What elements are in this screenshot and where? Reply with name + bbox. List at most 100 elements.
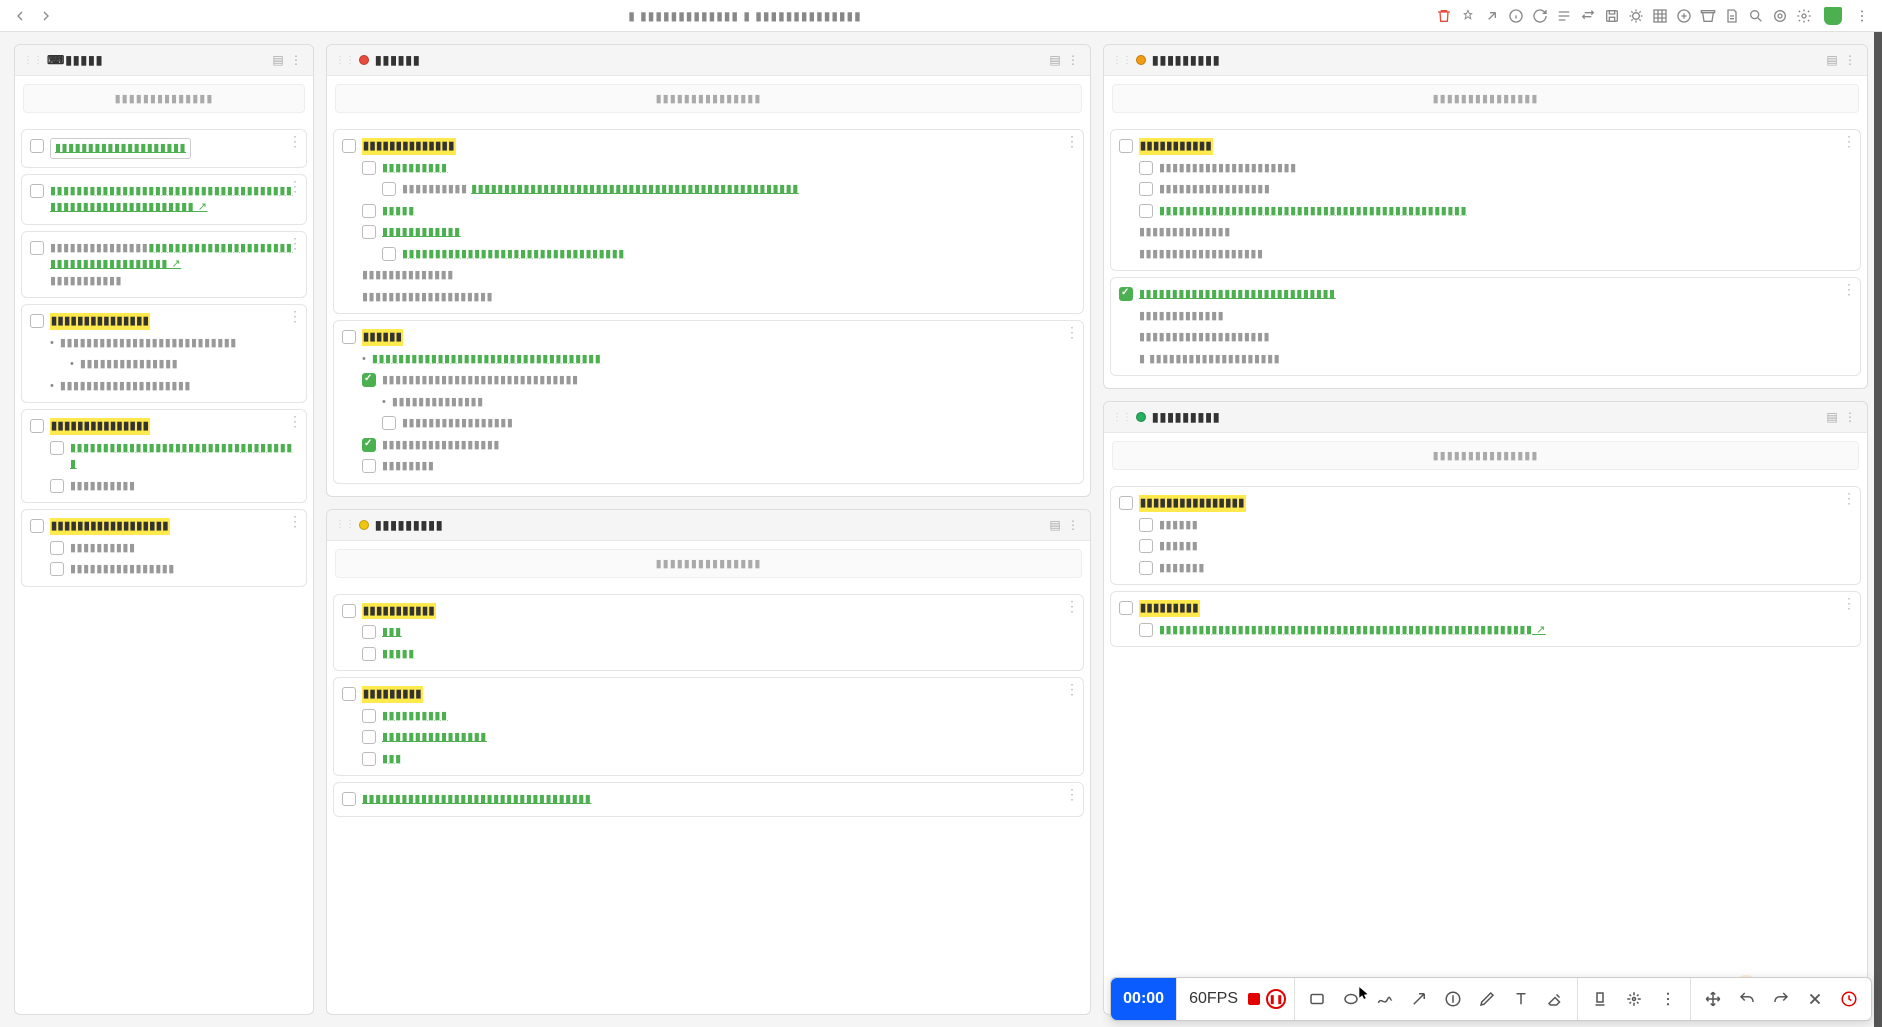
checkbox[interactable] [1139, 623, 1153, 637]
trash-icon[interactable] [1432, 4, 1456, 28]
checkbox[interactable] [362, 730, 376, 744]
subtask-link[interactable]: ▮▮▮ [382, 624, 402, 641]
shape-rect-icon[interactable] [1303, 985, 1331, 1013]
archive-icon[interactable] [1696, 4, 1720, 28]
panel-layout-icon[interactable]: ▤ [1823, 408, 1841, 426]
checkbox-checked[interactable] [362, 438, 376, 452]
checkbox[interactable] [30, 419, 44, 433]
card[interactable]: ⋮ ▮▮▮▮▮▮▮▮▮▮▮ ▮▮▮ ▮▮▮▮▮ [333, 594, 1084, 672]
checkbox[interactable] [30, 184, 44, 198]
card-menu-icon[interactable]: ⋮ [288, 238, 302, 248]
card-menu-icon[interactable]: ⋮ [288, 516, 302, 526]
card-menu-icon[interactable]: ⋮ [1065, 327, 1079, 337]
stop-icon[interactable] [1835, 985, 1863, 1013]
checkbox[interactable] [1139, 561, 1153, 575]
card-menu-icon[interactable]: ⋮ [1842, 493, 1856, 503]
card[interactable]: ⋮ ▮▮▮▮▮▮▮▮▮▮▮▮▮▮▮▮▮▮▮▮ [21, 129, 307, 168]
info-icon[interactable] [1504, 4, 1528, 28]
card-menu-icon[interactable]: ⋮ [1065, 601, 1079, 611]
checkbox[interactable] [342, 792, 356, 806]
checkbox[interactable] [382, 247, 396, 261]
pause-icon[interactable]: ❚❚ [1266, 989, 1286, 1009]
checkbox[interactable] [50, 441, 64, 455]
checkbox[interactable] [382, 416, 396, 430]
subtask-link[interactable]: ▮▮▮▮▮▮▮▮▮▮▮▮▮▮▮▮▮▮▮▮▮▮▮▮▮▮▮▮▮▮▮▮▮▮▮▮▮▮▮▮… [1159, 203, 1467, 220]
close-icon[interactable] [1801, 985, 1829, 1013]
drag-handle-icon[interactable]: ⋮⋮ [1112, 55, 1132, 66]
checkbox[interactable] [342, 139, 356, 153]
checkbox[interactable] [362, 752, 376, 766]
card-menu-icon[interactable]: ⋮ [288, 311, 302, 321]
card[interactable]: ⋮ ▮▮▮▮▮▮▮▮▮▮▮ ▮▮▮▮▮▮▮▮▮▮▮▮▮▮▮▮▮▮▮▮▮ ▮▮▮▮… [1110, 129, 1861, 271]
search-icon[interactable] [1744, 4, 1768, 28]
card[interactable]: ⋮ ▮▮▮▮▮▮▮▮▮▮▮▮▮▮▮▮▮▮▮▮▮▮▮▮▮▮▮▮▮▮▮▮▮▮▮▮▮▮… [21, 231, 307, 299]
card[interactable]: ⋮ ▮▮▮▮▮▮ ▮▮▮▮▮▮▮▮▮▮▮▮▮▮▮▮▮▮▮▮▮▮▮▮▮▮▮▮▮▮▮… [333, 320, 1084, 484]
card[interactable]: ⋮ ▮▮▮▮▮▮▮▮▮▮▮▮▮▮▮▮▮▮▮▮▮▮▮▮▮▮▮▮▮▮▮▮▮▮▮▮▮▮… [21, 174, 307, 225]
checkbox[interactable] [1119, 601, 1133, 615]
card-link[interactable]: ▮▮▮▮▮▮▮▮▮▮▮▮▮▮▮▮▮▮▮▮▮▮▮▮▮▮▮▮▮▮ [1139, 286, 1336, 303]
card[interactable]: ⋮ ▮▮▮▮▮▮▮▮▮▮▮▮▮▮▮ ▮▮▮▮▮▮▮▮▮▮▮▮▮▮▮▮▮▮▮▮▮▮… [21, 409, 307, 503]
card-menu-icon[interactable]: ⋮ [288, 416, 302, 426]
checkbox[interactable] [30, 314, 44, 328]
checkbox[interactable] [362, 225, 376, 239]
checkbox[interactable] [50, 479, 64, 493]
panel-more-icon[interactable]: ⋮ [1064, 51, 1082, 69]
subtask-link[interactable]: ▮▮▮▮▮▮▮▮▮▮▮▮▮▮▮▮ [382, 729, 487, 746]
panel-layout-icon[interactable]: ▤ [1046, 516, 1064, 534]
checkbox[interactable] [30, 519, 44, 533]
card-menu-icon[interactable]: ⋮ [1065, 789, 1079, 799]
checkbox[interactable] [1139, 518, 1153, 532]
subtask-link[interactable]: ▮▮▮▮▮▮▮▮▮▮▮▮▮▮▮▮▮▮▮▮▮▮▮▮▮▮▮▮▮▮▮▮▮▮▮ [372, 353, 601, 365]
card[interactable]: ⋮ ▮▮▮▮▮▮▮▮▮▮▮▮▮▮▮▮ ▮▮▮▮▮▮ ▮▮▮▮▮▮ ▮▮▮▮▮▮▮ [1110, 486, 1861, 585]
card[interactable]: ⋮ ▮▮▮▮▮▮▮▮▮▮▮▮▮▮▮▮▮▮▮▮▮▮▮▮▮▮▮▮▮▮ ▮▮▮▮▮▮▮… [1110, 277, 1861, 376]
card-menu-icon[interactable]: ⋮ [1065, 684, 1079, 694]
card-menu-icon[interactable]: ⋮ [1842, 136, 1856, 146]
card[interactable]: ⋮ ▮▮▮▮▮▮▮▮▮ ▮▮▮▮▮▮▮▮▮▮ ▮▮▮▮▮▮▮▮▮▮▮▮▮▮▮▮ … [333, 677, 1084, 776]
checkbox[interactable] [362, 161, 376, 175]
panel-more-icon[interactable]: ⋮ [287, 51, 305, 69]
swap-icon[interactable] [1576, 4, 1600, 28]
checkbox[interactable] [1139, 539, 1153, 553]
checkbox[interactable] [1139, 182, 1153, 196]
subtask-link[interactable]: ▮▮▮▮▮▮▮▮▮▮▮▮▮▮▮▮▮▮▮▮▮▮▮▮▮▮▮▮▮▮▮▮▮▮ [402, 246, 625, 263]
panel-layout-icon[interactable]: ▤ [1046, 51, 1064, 69]
highlight-icon[interactable] [1620, 985, 1648, 1013]
checkbox[interactable] [382, 182, 396, 196]
card-menu-icon[interactable]: ⋮ [1842, 598, 1856, 608]
subtask-link[interactable]: ▮▮▮▮▮▮▮▮▮▮▮▮ [382, 224, 461, 241]
subtask-link[interactable]: ▮▮▮▮▮ [382, 646, 415, 663]
panel-more-icon[interactable]: ⋮ [1064, 516, 1082, 534]
settings-icon[interactable] [1792, 4, 1816, 28]
more-icon[interactable] [1850, 4, 1874, 28]
panel-more-icon[interactable]: ⋮ [1841, 51, 1859, 69]
bookmark-icon[interactable] [1824, 7, 1842, 25]
checkbox[interactable] [50, 541, 64, 555]
redo-icon[interactable] [1767, 985, 1795, 1013]
checkbox[interactable] [1139, 204, 1153, 218]
freehand-icon[interactable] [1371, 985, 1399, 1013]
sidebar-collapsed[interactable] [1874, 32, 1882, 1027]
card-menu-icon[interactable]: ⋮ [1842, 284, 1856, 294]
file-icon[interactable] [1720, 4, 1744, 28]
checkbox[interactable] [30, 241, 44, 255]
undo-icon[interactable] [1733, 985, 1761, 1013]
pin-icon[interactable] [1456, 4, 1480, 28]
checkbox-checked[interactable] [362, 373, 376, 387]
target-icon[interactable] [1768, 4, 1792, 28]
number-icon[interactable] [1439, 985, 1467, 1013]
refresh-icon[interactable] [1528, 4, 1552, 28]
checkbox[interactable] [362, 204, 376, 218]
arrow-icon[interactable] [1405, 985, 1433, 1013]
drag-handle-icon[interactable]: ⋮⋮ [1112, 412, 1132, 423]
checkbox[interactable] [342, 330, 356, 344]
checkbox[interactable] [342, 687, 356, 701]
checkbox[interactable] [362, 459, 376, 473]
pencil-icon[interactable] [1473, 985, 1501, 1013]
record-icon[interactable] [1248, 993, 1260, 1005]
card-menu-icon[interactable]: ⋮ [288, 181, 302, 191]
subtask-link[interactable]: ▮▮▮▮▮ [382, 203, 415, 220]
back-button[interactable] [8, 4, 32, 28]
checkbox[interactable] [30, 139, 44, 153]
drag-handle-icon[interactable]: ⋮⋮ [335, 519, 355, 530]
card[interactable]: ⋮ ▮▮▮▮▮▮▮▮▮▮▮▮▮▮▮ ▮▮▮▮▮▮▮▮▮▮▮▮▮▮▮▮▮▮▮▮▮▮… [21, 304, 307, 403]
